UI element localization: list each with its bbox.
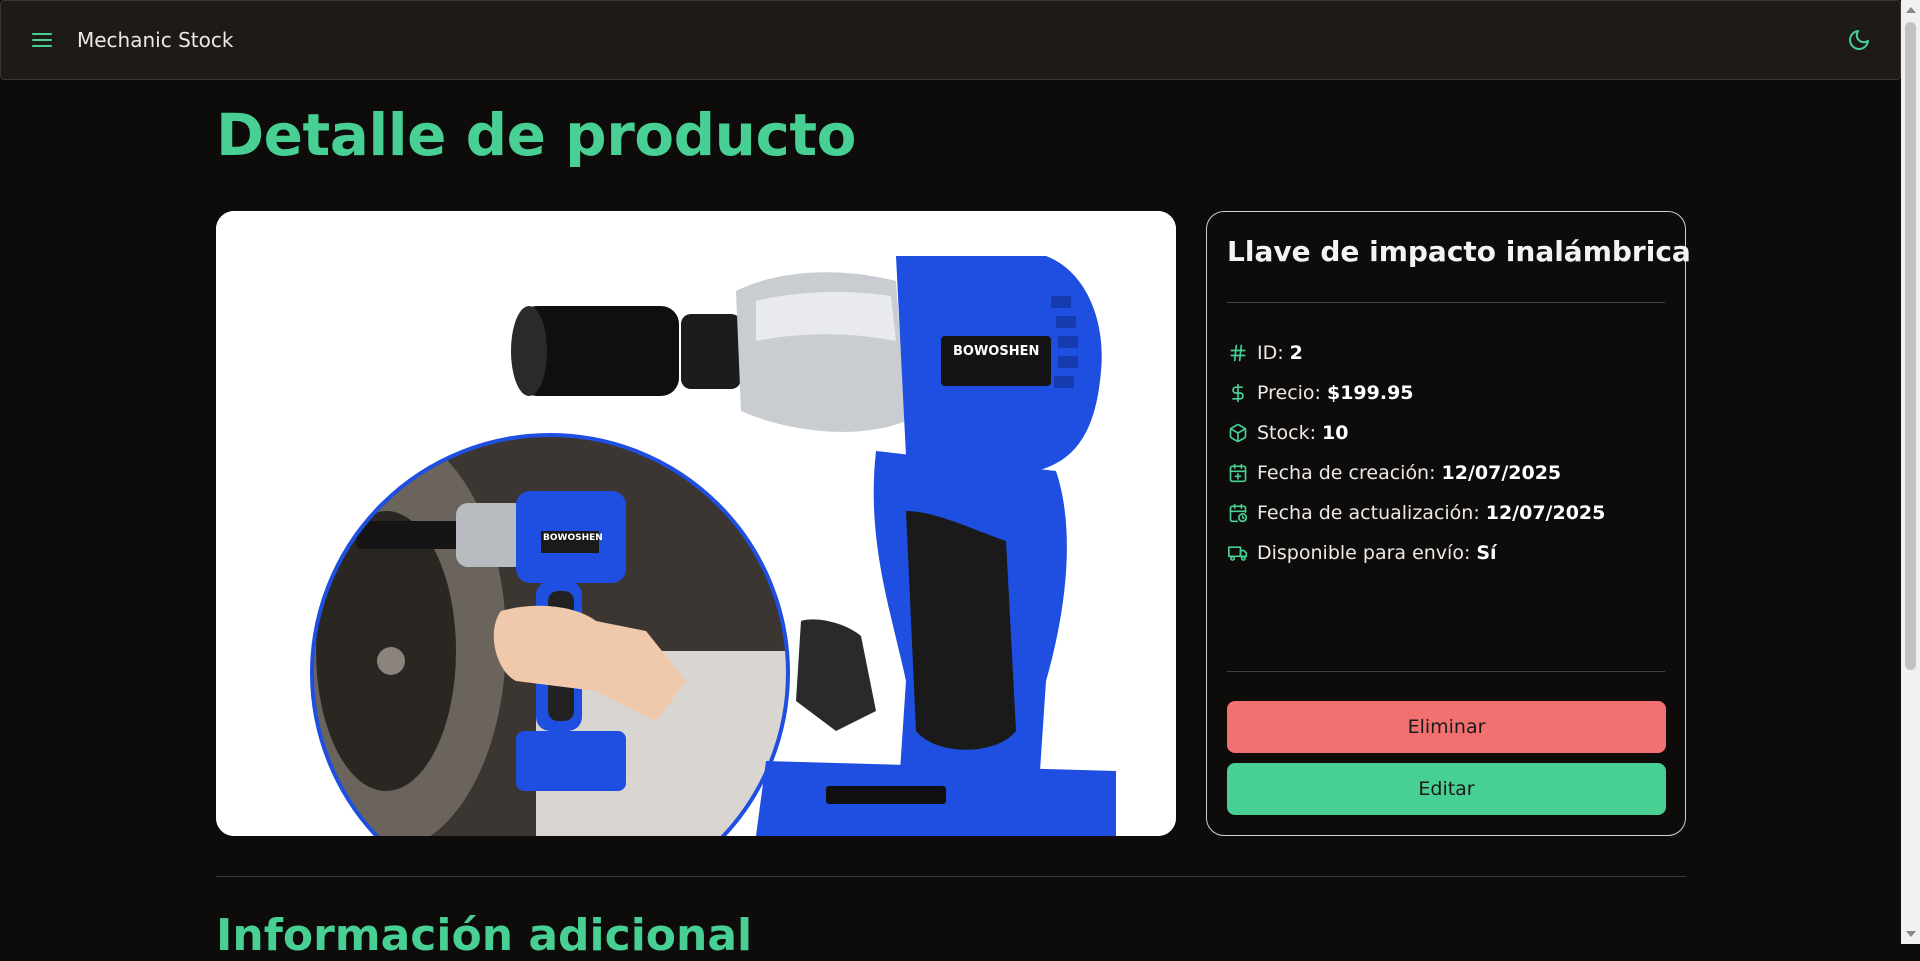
scroll-up-icon[interactable] [1906, 7, 1916, 13]
spec-label: Fecha de actualización: [1257, 502, 1480, 524]
spec-price: Precio: $199.95 [1227, 373, 1667, 413]
spec-updated: Fecha de actualización: 12/07/2025 [1227, 493, 1667, 533]
box-icon [1227, 422, 1249, 444]
spec-created: Fecha de creación: 12/07/2025 [1227, 453, 1667, 493]
product-image: BOWOSHEN BOWOSHEN [216, 211, 1176, 836]
spec-value: 2 [1289, 342, 1303, 364]
page-scrollbar[interactable] [1901, 0, 1920, 944]
spec-label: Precio: [1257, 382, 1321, 404]
moon-icon[interactable] [1844, 25, 1874, 55]
dollar-icon [1227, 382, 1249, 404]
product-name: Llave de impacto inalámbrica [1227, 235, 1691, 268]
calendar-clock-icon [1227, 502, 1249, 524]
spec-id: ID: 2 [1227, 333, 1667, 373]
product-info-card: Llave de impacto inalámbrica ID: 2 Preci… [1206, 211, 1691, 836]
edit-button[interactable]: Editar [1227, 763, 1666, 815]
spec-stock: Stock: 10 [1227, 413, 1667, 453]
spec-label: Disponible para envío: [1257, 542, 1471, 564]
section-divider [216, 876, 1686, 877]
spec-value: 12/07/2025 [1485, 502, 1606, 524]
hash-icon [1227, 342, 1249, 364]
divider [1227, 302, 1665, 303]
spec-label: ID: [1257, 342, 1284, 364]
spec-value: Sí [1476, 542, 1497, 564]
calendar-plus-icon [1227, 462, 1249, 484]
delete-button[interactable]: Eliminar [1227, 701, 1666, 753]
spec-value: $199.95 [1326, 382, 1414, 404]
divider [1227, 671, 1665, 672]
spec-label: Fecha de creación: [1257, 462, 1436, 484]
scroll-down-icon[interactable] [1906, 931, 1916, 937]
product-specs: ID: 2 Precio: $199.95 Stock: 10 Fecha de… [1227, 333, 1667, 573]
spec-value: 12/07/2025 [1441, 462, 1562, 484]
spec-value: 10 [1322, 422, 1349, 444]
spec-label: Stock: [1257, 422, 1316, 444]
app-title[interactable]: Mechanic Stock [77, 28, 233, 52]
truck-icon [1227, 542, 1249, 564]
additional-info-title: Información adicional [216, 910, 753, 961]
scroll-thumb[interactable] [1905, 22, 1916, 670]
image-brand-small: BOWOSHEN [543, 533, 603, 543]
page-title: Detalle de producto [216, 101, 856, 169]
spec-shipping: Disponible para envío: Sí [1227, 533, 1667, 573]
image-brand-main: BOWOSHEN [953, 344, 1039, 359]
top-navbar: Mechanic Stock [0, 0, 1901, 80]
menu-icon[interactable] [27, 25, 57, 55]
